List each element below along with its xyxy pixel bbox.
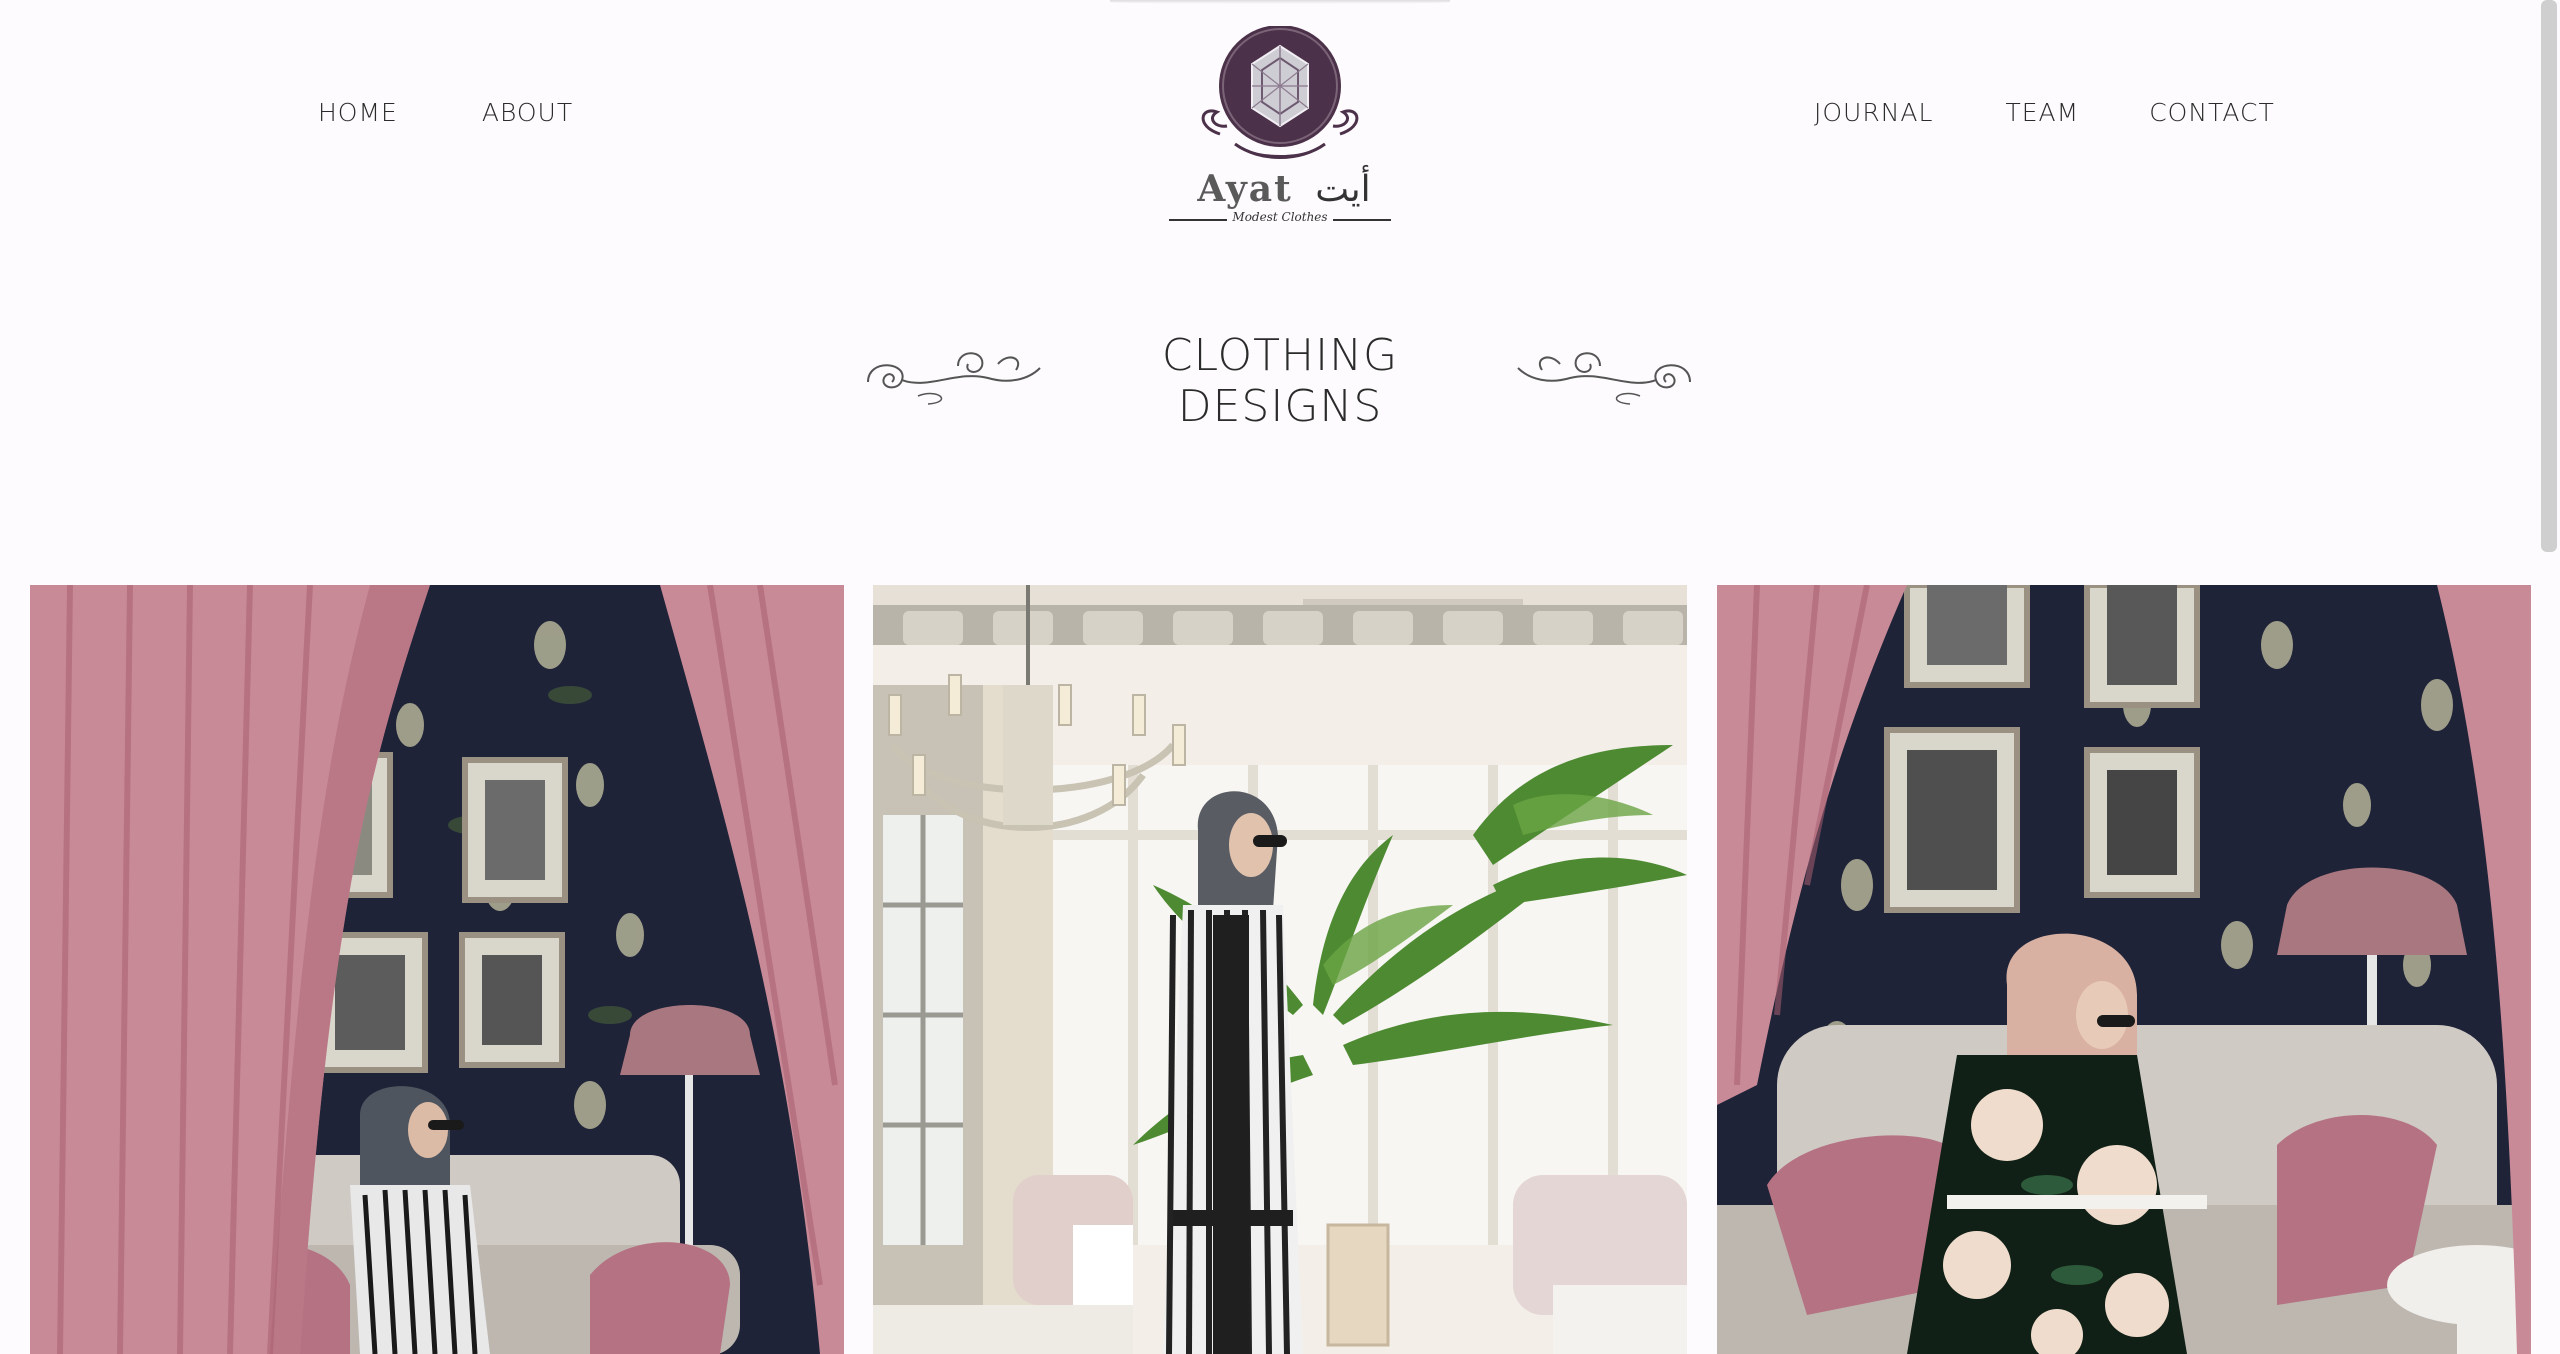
- photo-curtains-wallpaper: [30, 585, 844, 1354]
- nav-team-link[interactable]: TEAM: [2005, 98, 2079, 127]
- flourish-left-icon: [867, 352, 1041, 405]
- site-logo[interactable]: Ayat أيت Modest Clothes: [1165, 25, 1395, 231]
- nav-journal-link[interactable]: JOURNAL: [1814, 98, 1933, 127]
- gallery-image-1[interactable]: [30, 585, 844, 1354]
- logo-wordmark: Ayat أيت: [1189, 168, 1379, 210]
- nav-right: JOURNAL TEAM CONTACT: [1814, 98, 2275, 127]
- flourish-right-icon: [1517, 352, 1691, 405]
- section-title: CLOTHING DESIGNS: [1161, 330, 1399, 432]
- logo-brand-latin: Ayat: [1197, 168, 1293, 210]
- nav-about-link[interactable]: ABOUT: [482, 98, 573, 127]
- photo-bright-room: [873, 585, 1687, 1354]
- scrollbar-thumb[interactable]: [2541, 0, 2557, 552]
- nav-home-link[interactable]: HOME: [318, 98, 398, 127]
- logo-emblem-icon: [1201, 25, 1359, 159]
- logo-tagline: Modest Clothes: [1232, 210, 1328, 224]
- header-shadow: [1110, 0, 1450, 4]
- gallery-image-2[interactable]: [873, 585, 1687, 1354]
- logo-rule-right: [1333, 219, 1391, 221]
- nav-contact-link[interactable]: CONTACT: [2149, 98, 2275, 127]
- logo-brand-arabic: أيت: [1315, 169, 1371, 210]
- photo-sofa-floral-dress: [1717, 585, 2531, 1354]
- gallery-image-3[interactable]: [1717, 585, 2531, 1354]
- nav-left: HOME ABOUT: [318, 98, 573, 127]
